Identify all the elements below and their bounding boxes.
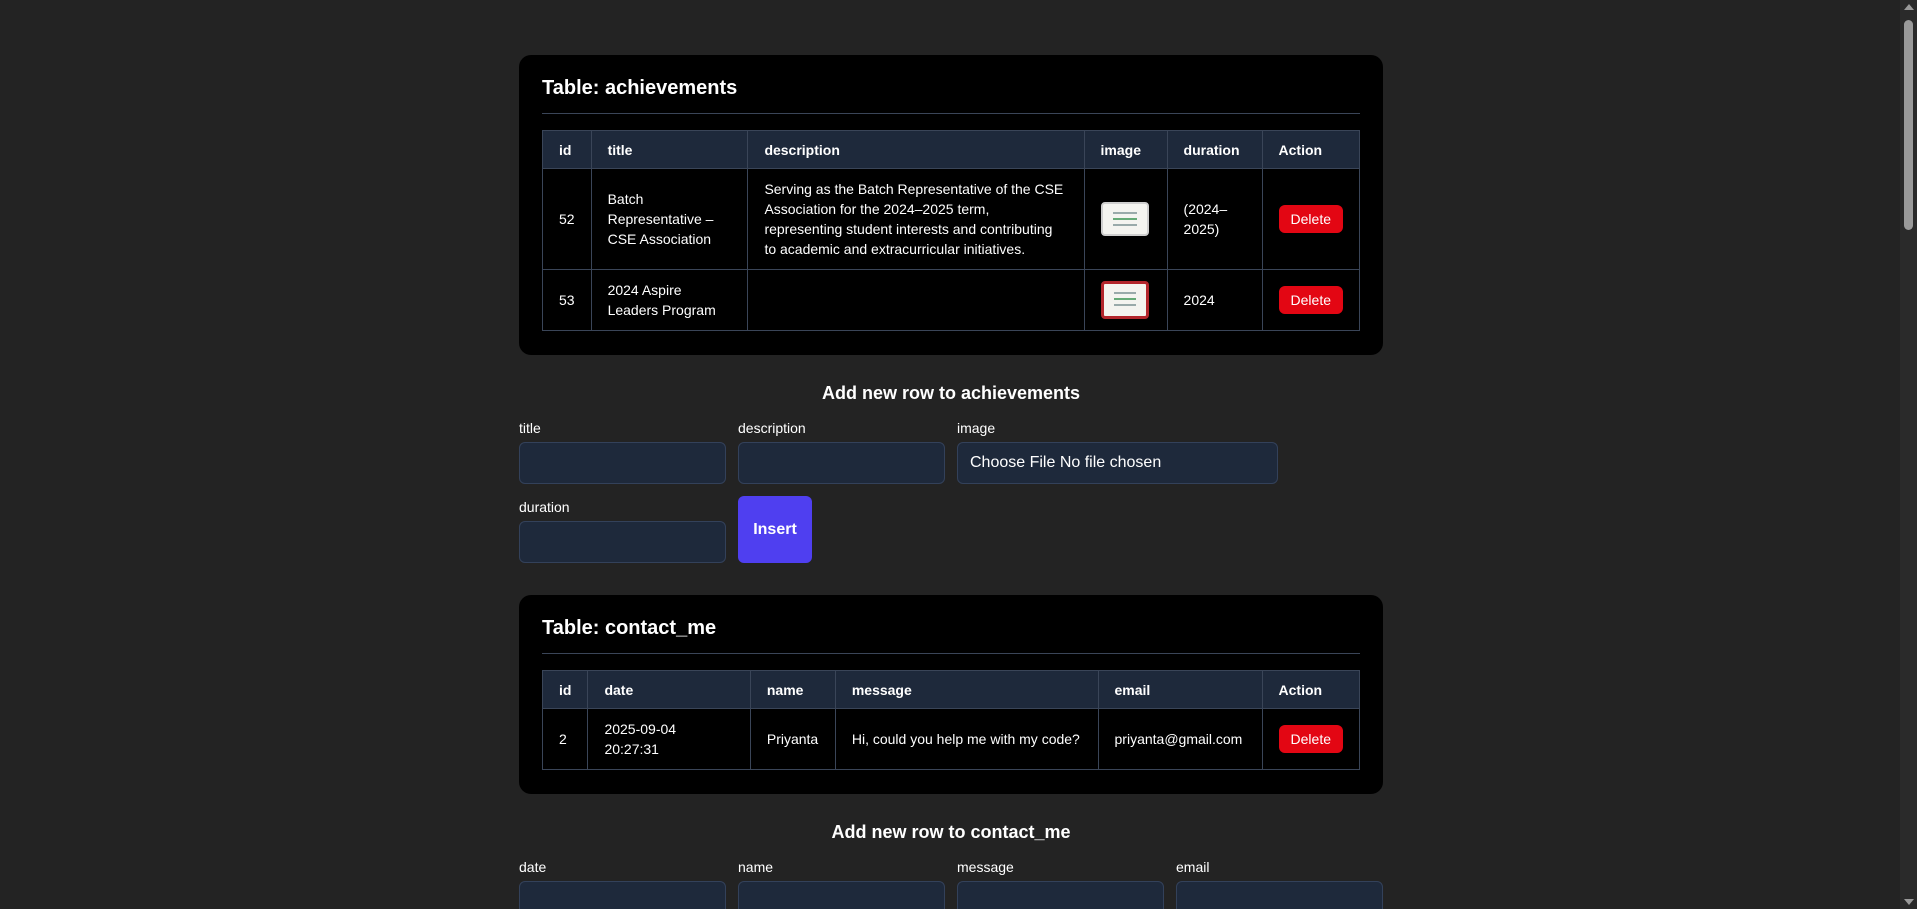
certificate-thumbnail[interactable] <box>1100 202 1149 236</box>
cell-image <box>1083 269 1168 331</box>
contact-me-card: Table: contact_me id date name message e… <box>519 595 1383 794</box>
cell-email: priyanta@gmail.com <box>1097 708 1263 770</box>
name-field: name <box>738 859 945 909</box>
delete-button[interactable]: Delete <box>1278 286 1343 314</box>
duration-field: duration <box>519 499 726 563</box>
cell-description: Serving as the Batch Representative of t… <box>747 168 1085 270</box>
col-header-name: name <box>749 670 836 709</box>
image-file-input[interactable]: Choose File No file chosen <box>957 442 1278 484</box>
col-header-action: Action <box>1261 670 1361 709</box>
cell-action: Delete <box>1261 168 1361 270</box>
cell-name: Priyanta <box>749 708 836 770</box>
cell-title: 2024 Aspire Leaders Program <box>590 269 749 331</box>
message-label: message <box>957 859 1014 875</box>
image-label: image <box>957 420 996 436</box>
title-label: title <box>519 420 541 436</box>
date-label: date <box>519 859 547 875</box>
achievements-form-title: Add new row to achievements <box>821 383 1081 403</box>
cell-message: Hi, could you help me with my code? <box>834 708 1099 770</box>
col-header-title: title <box>590 130 749 169</box>
achievements-table: id title description image duration Acti… <box>542 130 1361 331</box>
cell-duration: 2024 <box>1166 269 1263 331</box>
table-row: 2 2025-09-04 20:27:31 Priyanta Hi, could… <box>541 708 1361 770</box>
contact-me-table-title: Table: contact_me <box>542 617 1360 654</box>
insert-button[interactable]: Insert <box>738 496 812 563</box>
cell-action: Delete <box>1261 708 1361 770</box>
col-header-action: Action <box>1261 130 1361 169</box>
achievements-header-row: id title description image duration Acti… <box>542 130 1361 169</box>
col-header-id: id <box>541 670 589 709</box>
col-header-duration: duration <box>1166 130 1263 169</box>
cell-description <box>747 269 1085 331</box>
description-field: description <box>738 420 945 484</box>
description-input[interactable] <box>738 442 945 484</box>
duration-input[interactable] <box>519 521 726 563</box>
main-content: Table: achievements id title description… <box>519 55 1383 909</box>
cell-action: Delete <box>1261 269 1361 331</box>
contact-me-form-row-1: date name message email <box>519 859 1383 909</box>
table-row: 53 2024 Aspire Leaders Program 2024 Dele… <box>542 269 1361 331</box>
col-header-id: id <box>542 130 592 169</box>
achievements-card: Table: achievements id title description… <box>519 55 1383 355</box>
cell-id: 52 <box>542 168 592 270</box>
certificate-thumbnail[interactable] <box>1100 281 1149 319</box>
email-field: email <box>1176 859 1383 909</box>
achievements-form-row-2: duration Insert <box>519 496 1383 563</box>
cell-id: 53 <box>542 269 592 331</box>
cell-title: Batch Representative – CSE Association <box>590 168 749 270</box>
cell-duration: (2024–2025) <box>1166 168 1263 270</box>
title-input[interactable] <box>519 442 726 484</box>
delete-button[interactable]: Delete <box>1278 205 1343 233</box>
cell-date: 2025-09-04 20:27:31 <box>587 708 751 770</box>
achievements-form-row-1: title description image Choose File No f… <box>519 420 1383 484</box>
email-input[interactable] <box>1176 881 1383 909</box>
col-header-description: description <box>747 130 1085 169</box>
name-label: name <box>738 859 774 875</box>
cell-id: 2 <box>541 708 589 770</box>
scrollbar-thumb[interactable] <box>1904 20 1913 230</box>
cell-image <box>1083 168 1168 270</box>
page: Table: achievements id title description… <box>0 0 1917 909</box>
email-label: email <box>1176 859 1210 875</box>
description-label: description <box>738 420 806 436</box>
contact-me-form-title: Add new row to contact_me <box>831 822 1071 842</box>
col-header-email: email <box>1097 670 1263 709</box>
image-field: image Choose File No file chosen <box>957 420 1278 484</box>
scroll-up-arrow-icon[interactable] <box>1904 4 1914 10</box>
col-header-image: image <box>1083 130 1168 169</box>
message-field: message <box>957 859 1164 909</box>
message-input[interactable] <box>957 881 1164 909</box>
vertical-scrollbar[interactable] <box>1900 0 1917 909</box>
col-header-date: date <box>587 670 751 709</box>
date-field: date <box>519 859 726 909</box>
delete-button[interactable]: Delete <box>1278 725 1343 753</box>
title-field: title <box>519 420 726 484</box>
date-input[interactable] <box>519 881 726 909</box>
contact-me-table: id date name message email Action 2 2025… <box>541 670 1361 770</box>
duration-label: duration <box>519 499 570 515</box>
scroll-down-arrow-icon[interactable] <box>1904 899 1914 905</box>
achievements-table-title: Table: achievements <box>542 77 1360 114</box>
table-row: 52 Batch Representative – CSE Associatio… <box>542 168 1361 270</box>
contact-me-header-row: id date name message email Action <box>541 670 1361 709</box>
col-header-message: message <box>834 670 1099 709</box>
name-input[interactable] <box>738 881 945 909</box>
